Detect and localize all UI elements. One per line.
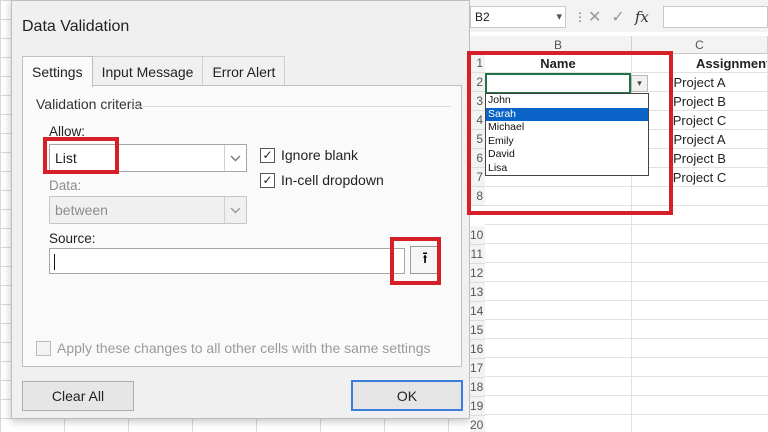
cell-c4[interactable]: Project C	[632, 111, 768, 130]
row-header[interactable]: 5	[470, 130, 485, 149]
row-header[interactable]: 19	[470, 397, 485, 416]
tab-input-message[interactable]: Input Message	[91, 56, 204, 86]
row-header[interactable]: 16	[470, 340, 485, 359]
active-cell-b2[interactable]	[485, 73, 631, 94]
source-input[interactable]	[49, 248, 405, 274]
dropdown-option[interactable]: David	[486, 148, 648, 162]
source-label: Source:	[49, 231, 96, 246]
row-header[interactable]: 14	[470, 302, 485, 321]
clear-all-button[interactable]: Clear All	[22, 381, 134, 411]
dropdown-option[interactable]: Emily	[486, 135, 648, 149]
cell-assignment-header[interactable]: Assignment	[632, 54, 768, 73]
dropdown-option[interactable]: Lisa	[486, 162, 648, 176]
column-headers: B C	[470, 36, 768, 54]
row-header[interactable]: 4	[470, 111, 485, 130]
ignore-blank-checkbox[interactable]: ✓ Ignore blank	[260, 147, 358, 163]
ok-button[interactable]: OK	[351, 380, 463, 411]
column-header-c[interactable]: C	[632, 36, 768, 54]
row-header[interactable]: 20	[470, 416, 485, 432]
cell-c7[interactable]: Project C	[632, 168, 768, 187]
tab-settings[interactable]: Settings	[22, 56, 93, 87]
row-header[interactable]: 8	[470, 187, 485, 206]
cell-c5[interactable]: Project A	[632, 130, 768, 149]
row-header[interactable]: 13	[470, 283, 485, 302]
row-header[interactable]: 7	[470, 168, 485, 187]
chevron-down-icon: ▾	[556, 11, 562, 23]
dialog-title: Data Validation	[22, 18, 130, 35]
formula-bar-icons: ✕ ✓ fx	[588, 6, 649, 28]
validation-criteria-heading: Validation criteria	[36, 96, 143, 112]
column-header-b[interactable]: B	[485, 36, 632, 54]
dropdown-option[interactable]: John	[486, 94, 648, 108]
apply-all-box	[36, 340, 51, 356]
allow-select[interactable]: List	[49, 144, 247, 172]
data-label: Data:	[49, 178, 82, 193]
row-header[interactable]: 12	[470, 264, 485, 283]
enter-icon[interactable]: ✓	[611, 7, 624, 27]
spreadsheet: B2 ▾ ⋮ ✕ ✓ fx B C 1 2 3 4 5 6 7 8 10 11 …	[470, 0, 768, 432]
in-cell-dropdown-check-icon: ✓	[260, 172, 275, 188]
data-select-value: between	[55, 202, 108, 218]
empty-grid	[485, 187, 768, 432]
cell-c2[interactable]: Project A	[632, 73, 768, 92]
cell-c3[interactable]: Project B	[632, 92, 768, 111]
data-select: between	[49, 196, 247, 224]
formula-bar: B2 ▾ ⋮ ✕ ✓ fx	[470, 0, 768, 32]
ignore-blank-label: Ignore blank	[281, 147, 359, 163]
apply-all-label: Apply these changes to all other cells w…	[57, 340, 431, 356]
cell-dropdown-button[interactable]: ▾	[631, 75, 648, 92]
dialog-tabs: Settings Input Message Error Alert	[22, 56, 286, 87]
ignore-blank-check-icon: ✓	[260, 147, 275, 163]
name-box[interactable]: B2 ▾	[470, 6, 566, 28]
row-header[interactable]: 10	[470, 226, 485, 245]
allow-label: Allow:	[49, 124, 86, 139]
dropdown-option-selected[interactable]: Sarah	[486, 107, 648, 121]
in-cell-dropdown-checkbox[interactable]: ✓ In-cell dropdown	[260, 172, 384, 188]
row-header[interactable]: 6	[470, 149, 485, 168]
allow-select-value: List	[55, 150, 77, 166]
row-header[interactable]: 17	[470, 359, 485, 378]
chevron-down-icon	[224, 145, 246, 171]
row-header[interactable]: 2	[470, 73, 485, 92]
data-validation-dialog: Data Validation Settings Input Message E…	[11, 0, 470, 419]
tab-error-alert[interactable]: Error Alert	[202, 56, 286, 86]
dropdown-option[interactable]: Michael	[486, 121, 648, 135]
text-caret	[54, 254, 55, 270]
collapse-dialog-button[interactable]: ⭱	[410, 246, 440, 274]
apply-all-checkbox[interactable]: Apply these changes to all other cells w…	[36, 340, 431, 356]
formula-input[interactable]	[663, 6, 768, 28]
row-header[interactable]: 11	[470, 245, 485, 264]
name-box-value: B2	[475, 10, 490, 24]
cell-dropdown-list: John Sarah Michael Emily David Lisa	[485, 93, 649, 176]
cancel-icon[interactable]: ✕	[588, 7, 601, 27]
row-header[interactable]: 1	[470, 54, 485, 73]
row-header[interactable]: 18	[470, 378, 485, 397]
cell-c6[interactable]: Project B	[632, 149, 768, 168]
more-options-icon[interactable]: ⋮	[574, 10, 586, 24]
row-header[interactable]: 3	[470, 92, 485, 111]
chevron-down-icon	[224, 197, 246, 223]
insert-function-icon[interactable]: fx	[635, 8, 649, 26]
upload-arrow-icon: ⭱	[422, 249, 428, 267]
in-cell-dropdown-label: In-cell dropdown	[281, 172, 384, 188]
row-header[interactable]: 15	[470, 321, 485, 340]
criteria-divider	[133, 106, 451, 107]
cell-name-header[interactable]: Name	[485, 54, 632, 73]
settings-panel: Validation criteria Allow: List ✓ Ignore…	[22, 85, 462, 367]
